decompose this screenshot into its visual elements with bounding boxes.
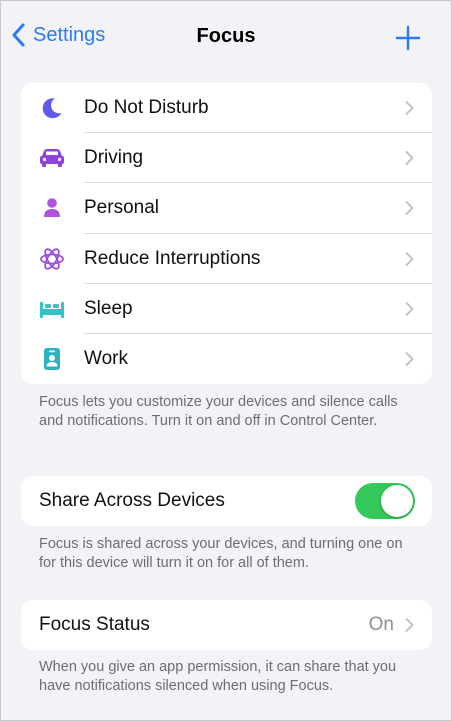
focus-status-label: Focus Status xyxy=(39,614,150,635)
moon-icon xyxy=(39,95,65,121)
status-footnote: When you give an app permission, it can … xyxy=(39,659,397,694)
chevron-right-icon xyxy=(405,352,414,367)
chevron-right-icon xyxy=(405,618,414,632)
focus-item-work[interactable]: Work xyxy=(21,334,432,384)
focus-footnote: Focus lets you customize your devices an… xyxy=(39,394,398,429)
toggle-knob xyxy=(381,485,413,517)
chevron-right-icon xyxy=(405,301,414,316)
focus-modes-list: Do Not Disturb Driving Personal Reduce I… xyxy=(21,83,432,384)
focus-item-label: Reduce Interruptions xyxy=(84,247,261,269)
atom-icon xyxy=(39,246,65,272)
bed-icon xyxy=(39,296,65,322)
focus-item-label: Personal xyxy=(84,197,159,219)
navigation-bar: Settings Focus xyxy=(1,1,451,71)
chevron-right-icon xyxy=(405,101,414,116)
focus-item-driving[interactable]: Driving xyxy=(21,133,432,184)
focus-item-do-not-disturb[interactable]: Do Not Disturb xyxy=(21,83,432,134)
focus-status-row[interactable]: Focus Status On xyxy=(21,600,432,650)
car-icon xyxy=(39,145,65,171)
chevron-right-icon xyxy=(405,151,414,166)
id-badge-icon xyxy=(39,346,65,372)
share-across-devices-label: Share Across Devices xyxy=(39,490,225,511)
focus-item-personal[interactable]: Personal xyxy=(21,183,432,234)
add-icon[interactable] xyxy=(395,25,421,51)
focus-item-sleep[interactable]: Sleep xyxy=(21,284,432,334)
page-title: Focus xyxy=(196,25,256,47)
person-icon xyxy=(39,195,65,221)
focus-item-label: Do Not Disturb xyxy=(84,97,209,119)
focus-item-label: Work xyxy=(84,348,128,370)
share-footnote: Focus is shared across your devices, and… xyxy=(39,536,403,571)
focus-item-reduce-interruptions[interactable]: Reduce Interruptions xyxy=(21,234,432,284)
focus-item-label: Driving xyxy=(84,147,144,169)
chevron-right-icon xyxy=(405,201,414,216)
share-across-devices-toggle[interactable] xyxy=(355,483,415,519)
share-across-devices-row: Share Across Devices xyxy=(21,476,432,526)
focus-item-label: Sleep xyxy=(84,297,133,319)
focus-status-value: On xyxy=(368,614,394,635)
chevron-right-icon xyxy=(405,251,414,266)
